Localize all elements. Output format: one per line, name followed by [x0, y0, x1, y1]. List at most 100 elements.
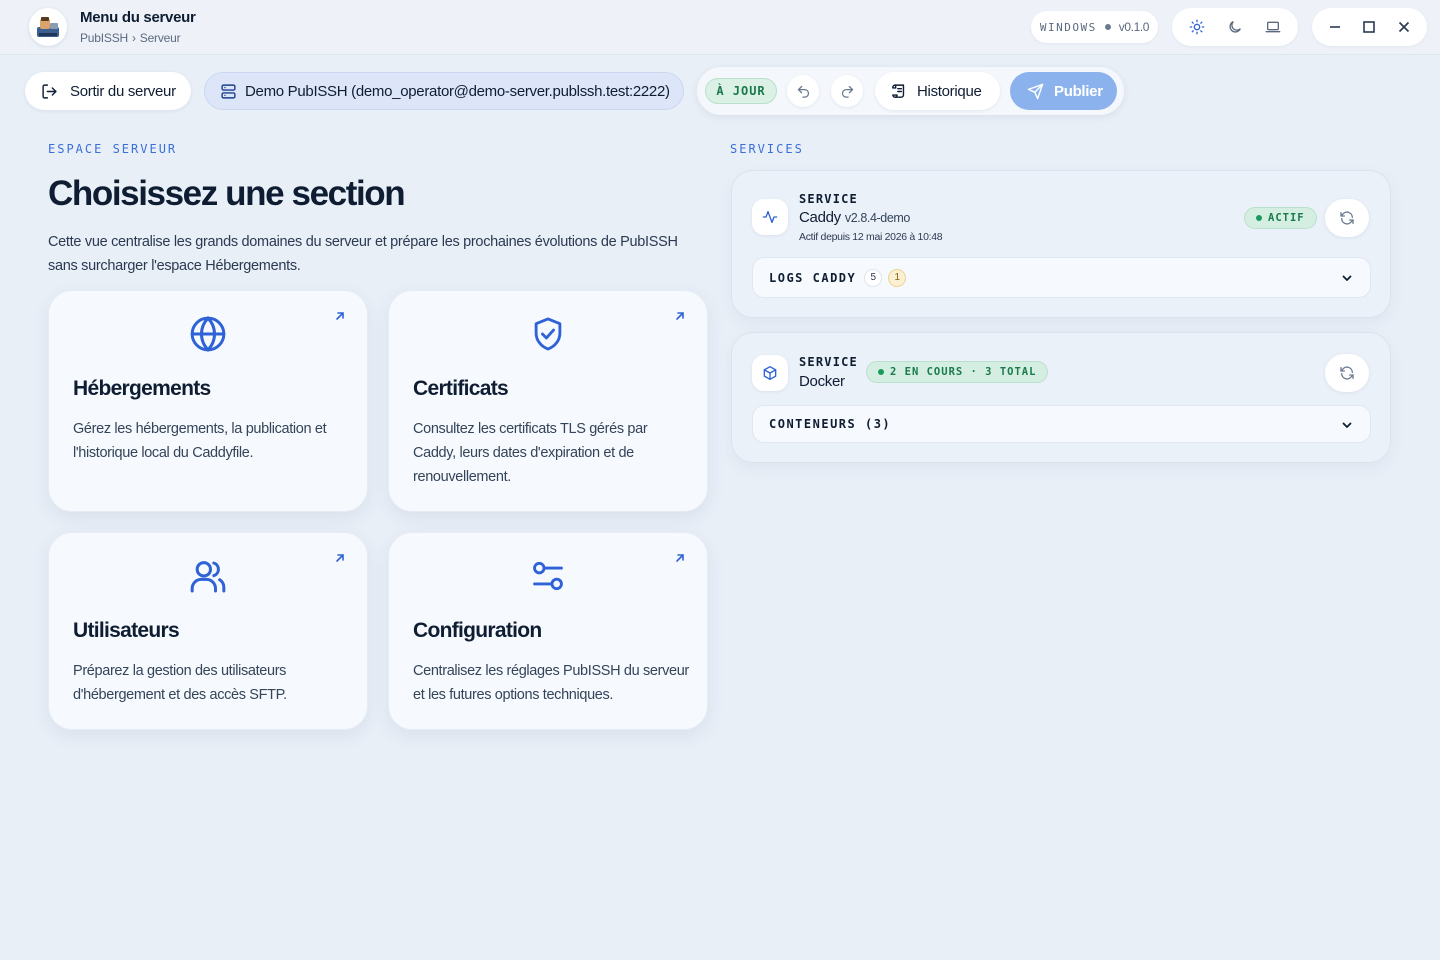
history-button[interactable]: Historique: [875, 72, 1000, 110]
box-icon: [763, 366, 777, 380]
card-icon-wrap: [187, 313, 229, 355]
external-arrow-icon: [336, 554, 344, 562]
theme-system-button[interactable]: [1258, 12, 1288, 42]
theme-light-button[interactable]: [1182, 12, 1212, 42]
activity-icon: [762, 211, 778, 223]
service-icon-wrap: [752, 355, 788, 391]
platform-dot: [1104, 24, 1111, 30]
external-arrow-icon: [676, 554, 684, 562]
shield-check-icon: [534, 317, 562, 351]
services-eyebrow: SERVICES: [730, 142, 804, 156]
containers-accordion[interactable]: CONTENEURS (3): [752, 405, 1371, 443]
service-icon-wrap: [752, 199, 788, 235]
card-utilisateurs[interactable]: Utilisateurs Préparez la gestion des uti…: [48, 532, 368, 730]
service-card-caddy: SERVICE Caddy v2.8.4-demo Actif depuis 12…: [731, 170, 1391, 318]
card-title: Utilisateurs: [73, 619, 180, 642]
page-title: Choisissez une section: [48, 174, 406, 213]
card-icon-wrap: [527, 555, 569, 597]
users-icon: [190, 561, 226, 593]
minimize-button[interactable]: [1320, 12, 1350, 42]
card-description: Préparez la gestion des utilisateurs d'h…: [73, 663, 287, 703]
refresh-icon: [1340, 366, 1354, 380]
app-logo: [29, 8, 67, 46]
redo-button[interactable]: [831, 75, 863, 107]
status-dot: [878, 369, 884, 375]
close-button[interactable]: [1389, 12, 1419, 42]
breadcrumb: PubISSH › Serveur: [80, 31, 181, 45]
logs-count-badge: 5: [864, 268, 883, 287]
card-title: Configuration: [413, 619, 542, 642]
maximize-button[interactable]: [1354, 12, 1384, 42]
platform-badge: WINDOWS v0.1.0: [1031, 11, 1158, 43]
logout-icon: [42, 83, 57, 99]
card-certificats[interactable]: Certificats Consultez les certificats TL…: [388, 290, 708, 512]
external-arrow-icon: [676, 312, 684, 320]
card-description: Gérez les hébergements, la publication e…: [73, 421, 327, 461]
refresh-docker-button[interactable]: [1325, 354, 1369, 392]
window-title: Menu du serveur: [80, 9, 196, 26]
external-arrow-icon: [336, 312, 344, 320]
service-uptime: Actif depuis 12 mai 2026 à 10:48: [799, 231, 943, 243]
page-description: Cette vue centralise les grands domaines…: [48, 234, 678, 274]
service-name: Caddy v2.8.4-demo: [799, 209, 910, 226]
card-description: Consultez les certificats TLS gérés par …: [413, 421, 648, 485]
globe-icon: [190, 316, 226, 352]
publish-button[interactable]: Publier: [1010, 72, 1117, 110]
server-label: Demo PubISSH (demo_operator@demo-server.…: [245, 82, 670, 100]
status-dot: [1256, 215, 1262, 221]
exit-server-button[interactable]: Sortir du serveur: [25, 72, 191, 110]
undo-icon: [797, 85, 809, 98]
window-controls: [1312, 8, 1427, 46]
redo-icon: [841, 85, 853, 98]
breadcrumb-item-app[interactable]: PubISSH: [80, 31, 128, 45]
refresh-caddy-button[interactable]: [1325, 199, 1369, 237]
settings-sliders-icon: [533, 561, 563, 591]
card-title: Hébergements: [73, 377, 211, 400]
close-icon: [1398, 21, 1409, 33]
server-space-eyebrow: ESPACE SERVEUR: [48, 142, 178, 156]
refresh-icon: [1340, 211, 1354, 225]
chevron-down-icon: [1342, 422, 1352, 428]
card-icon-wrap: [187, 555, 229, 597]
accordion-label: CONTENEURS (3): [769, 417, 892, 431]
card-hebergements[interactable]: Hébergements Gérez les hébergements, la …: [48, 290, 368, 512]
moon-icon: [1229, 21, 1241, 33]
logs-warning-badge: 1: [888, 268, 907, 287]
server-selector[interactable]: Demo PubISSH (demo_operator@demo-server.…: [204, 72, 684, 110]
sun-icon: [1189, 19, 1205, 35]
card-title: Certificats: [413, 377, 509, 400]
breadcrumb-item-server: Serveur: [139, 31, 181, 45]
service-label: SERVICE: [799, 355, 858, 369]
card-icon-wrap: [527, 313, 569, 355]
send-icon: [1027, 83, 1044, 99]
breadcrumb-separator: ›: [131, 31, 136, 45]
service-card-docker: SERVICE Docker 2 EN COURS · 3 TOTAL CONT…: [731, 332, 1391, 463]
theme-dark-button[interactable]: [1220, 12, 1250, 42]
publish-label: Publier: [1054, 82, 1103, 100]
app-logo-icon: [37, 17, 59, 37]
publish-actions: À JOUR Historique Publier: [697, 67, 1124, 115]
card-configuration[interactable]: Configuration Centralisez les réglages P…: [388, 532, 708, 730]
undo-button[interactable]: [787, 75, 819, 107]
service-name: Docker: [799, 373, 845, 390]
status-text: 2 EN COURS · 3 TOTAL: [890, 366, 1037, 378]
sync-status-badge: À JOUR: [705, 78, 777, 104]
card-description: Centralisez les réglages PubISSH du serv…: [413, 663, 689, 703]
status-badge: ACTIF: [1244, 207, 1317, 229]
maximize-icon: [1363, 21, 1376, 33]
title-bar: Menu du serveur PubISSH › Serveur WINDOWS …: [0, 0, 1440, 55]
minimize-icon: [1330, 26, 1341, 28]
platform-name: WINDOWS: [1039, 20, 1097, 34]
service-name-text: Caddy: [799, 209, 841, 226]
status-text: ACTIF: [1268, 212, 1305, 224]
status-badge: 2 EN COURS · 3 TOTAL: [866, 361, 1049, 383]
server-icon: [221, 83, 236, 99]
accordion-label: LOGS CADDY: [769, 270, 857, 285]
scroll-icon: [892, 83, 905, 98]
app-version: v0.1.0: [1118, 20, 1150, 34]
service-label: SERVICE: [799, 192, 858, 206]
laptop-icon: [1265, 21, 1281, 33]
exit-server-label: Sortir du serveur: [70, 82, 176, 100]
service-version: v2.8.4-demo: [844, 211, 910, 225]
logs-caddy-accordion[interactable]: LOGS CADDY 5 1: [752, 257, 1371, 298]
